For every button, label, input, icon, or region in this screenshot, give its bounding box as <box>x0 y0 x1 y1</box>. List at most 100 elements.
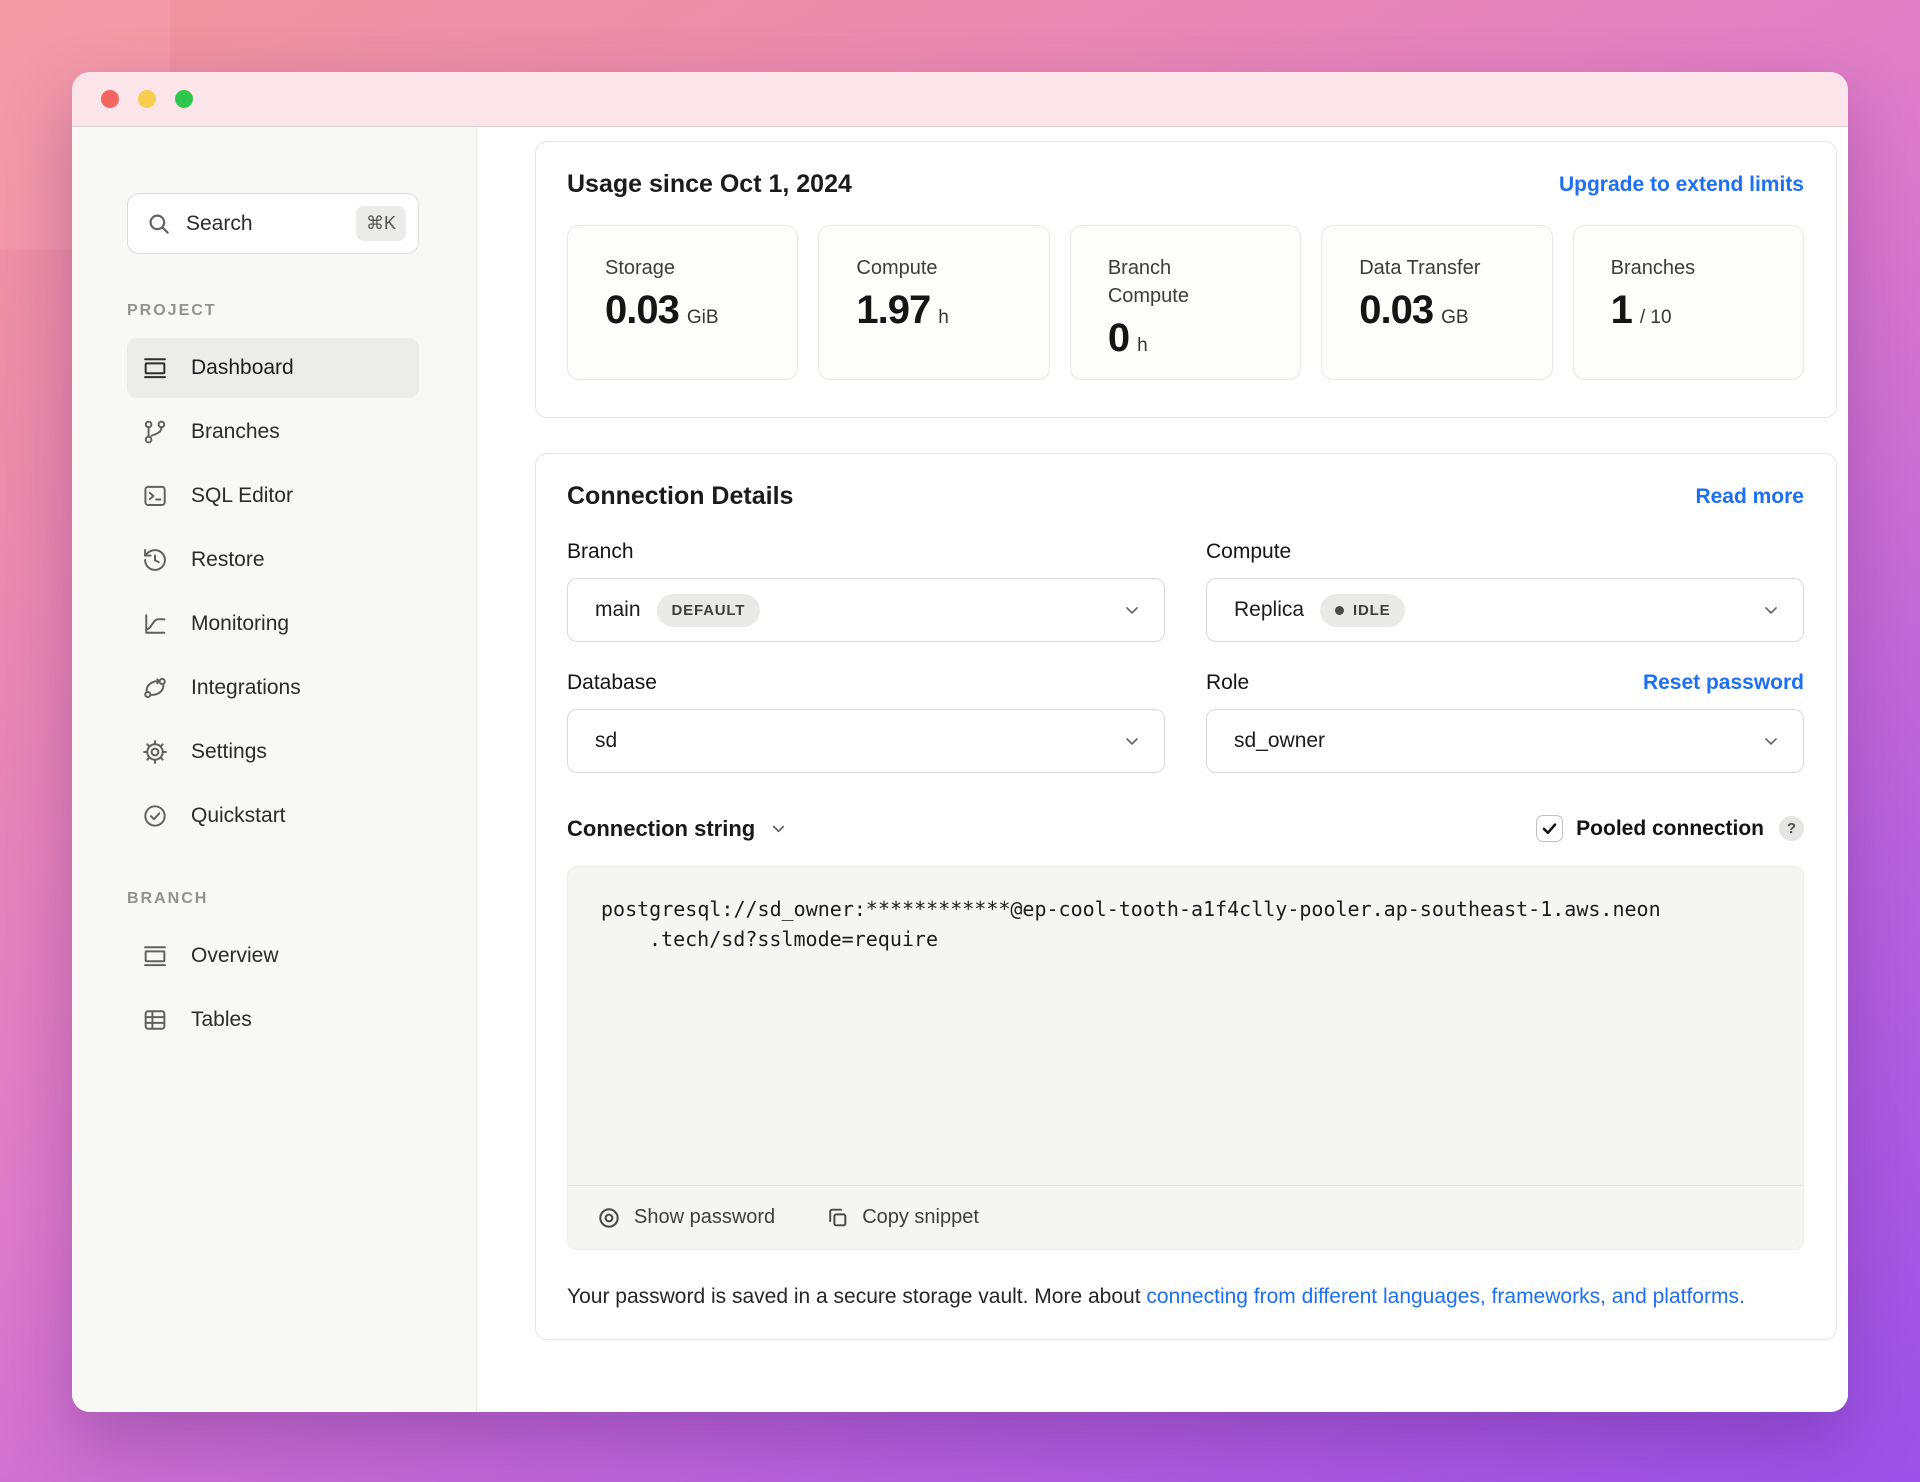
compute-select[interactable]: Replica IDLE <box>1206 578 1804 642</box>
sidebar-item-dashboard[interactable]: Dashboard <box>127 338 419 398</box>
chevron-down-icon <box>1126 607 1138 614</box>
chevron-down-icon <box>1126 738 1138 745</box>
connection-string-line1: postgresql://sd_owner:************@ep-co… <box>601 897 1661 921</box>
metric-value: 0.03 <box>1359 288 1434 332</box>
sidebar-item-label: Tables <box>191 1008 252 1031</box>
sidebar-item-tables[interactable]: Tables <box>127 990 419 1050</box>
default-badge: DEFAULT <box>656 593 761 627</box>
branch-field: Branch main DEFAULT <box>567 539 1165 642</box>
docs-link[interactable]: connecting from different languages, fra… <box>1146 1285 1744 1308</box>
usage-card: Usage since Oct 1, 2024 Upgrade to exten… <box>535 141 1837 418</box>
chevron-down-icon <box>1765 738 1777 745</box>
read-more-link[interactable]: Read more <box>1695 485 1804 509</box>
metric-unit: h <box>938 307 949 328</box>
quickstart-icon <box>144 805 166 827</box>
search-shortcut: ⌘K <box>355 206 406 241</box>
close-button[interactable] <box>101 90 119 108</box>
sidebar-item-monitoring[interactable]: Monitoring <box>127 594 419 654</box>
tables-icon <box>144 1010 166 1030</box>
connection-details-title: Connection Details <box>567 482 794 510</box>
branch-value: main <box>595 598 641 621</box>
dashboard-icon <box>144 358 166 379</box>
sidebar-item-label: Dashboard <box>191 356 294 379</box>
metric-branches: Branches 1 / 10 <box>1572 225 1805 380</box>
show-password-button[interactable]: Show password <box>596 1205 775 1231</box>
search-icon <box>149 214 169 234</box>
sidebar-section-project: PROJECT Dashboard Branches SQL Editor Re… <box>127 302 419 846</box>
branch-select[interactable]: main DEFAULT <box>567 578 1165 642</box>
integrations-icon <box>144 677 166 699</box>
metric-label: Compute <box>856 257 938 279</box>
code-toolbar: Show password Copy snippet <box>568 1185 1803 1249</box>
sidebar-item-restore[interactable]: Restore <box>127 530 419 590</box>
zoom-button[interactable] <box>175 90 193 108</box>
reset-password-link[interactable]: Reset password <box>1643 671 1804 695</box>
compute-value: Replica <box>1234 598 1305 621</box>
metric-value: 1.97 <box>856 288 931 332</box>
sidebar-section-branch: BRANCH Overview Tables <box>127 890 419 1050</box>
connection-string-dropdown[interactable]: Connection string <box>567 816 788 842</box>
metric-value: 1 <box>1610 288 1633 332</box>
chevron-down-icon <box>773 825 785 833</box>
database-select[interactable]: sd <box>567 709 1165 773</box>
role-value: sd_owner <box>1234 729 1326 752</box>
metric-value: 0.03 <box>605 288 680 332</box>
metric-label: Data Transfer <box>1359 257 1481 279</box>
role-select[interactable]: sd_owner <box>1206 709 1804 773</box>
sidebar-item-label: Monitoring <box>191 612 290 635</box>
metric-compute: Compute 1.97 h <box>818 225 1050 380</box>
connection-string-label: Connection string <box>567 815 756 841</box>
sidebar-item-settings[interactable]: Settings <box>127 722 419 782</box>
metric-branch-compute: Branch Compute 0h <box>1069 225 1302 380</box>
idle-badge: IDLE <box>1320 593 1406 627</box>
search-label: Search <box>186 211 253 235</box>
pooled-connection-label: Pooled connection <box>1576 816 1764 840</box>
connection-string-block: postgresql://sd_owner:************@ep-co… <box>567 866 1804 1250</box>
metric-unit: h <box>1137 335 1148 356</box>
metric-unit: GiB <box>686 307 719 328</box>
branches-icon <box>144 420 166 444</box>
sidebar-item-overview[interactable]: Overview <box>127 926 419 986</box>
metric-label: Storage <box>605 257 676 279</box>
password-footnote: Your password is saved in a secure stora… <box>567 1280 1804 1313</box>
monitoring-icon <box>145 614 166 634</box>
connection-string-value[interactable]: postgresql://sd_owner:************@ep-co… <box>568 867 1803 1185</box>
usage-title: Usage since Oct 1, 2024 <box>567 170 852 198</box>
search-input[interactable]: Search ⌘K <box>127 193 419 254</box>
database-field: Database sd <box>567 670 1165 773</box>
copy-icon <box>829 1208 847 1227</box>
metric-storage: Storage 0.03 GiB <box>567 225 799 380</box>
sidebar-item-label: Branches <box>191 420 280 443</box>
pooled-connection-toggle[interactable]: Pooled connection ? <box>1536 815 1804 842</box>
upgrade-link[interactable]: Upgrade to extend limits <box>1559 173 1804 197</box>
database-value: sd <box>595 729 618 752</box>
sidebar-item-branches[interactable]: Branches <box>127 402 419 462</box>
sidebar-item-label: Quickstart <box>191 804 286 827</box>
pooled-connection-checkbox[interactable] <box>1536 815 1564 842</box>
metric-value: 0 <box>1107 316 1130 360</box>
metric-label: Branch Compute <box>1107 257 1189 307</box>
window-titlebar <box>72 72 1848 127</box>
help-icon[interactable]: ? <box>1779 816 1804 841</box>
sidebar-item-label: Restore <box>191 548 265 571</box>
restore-icon <box>144 548 166 571</box>
minimize-button[interactable] <box>138 90 156 108</box>
section-label: PROJECT <box>127 302 217 319</box>
metric-unit: / 10 <box>1639 307 1672 328</box>
sidebar-item-sql-editor[interactable]: SQL Editor <box>127 466 419 526</box>
sidebar-item-label: Overview <box>191 944 279 967</box>
app-window: Search ⌘K PROJECT Dashboard Branches SQL… <box>72 72 1848 1412</box>
sidebar-item-quickstart[interactable]: Quickstart <box>127 786 419 846</box>
role-label: Role <box>1206 671 1250 694</box>
main-content: Usage since Oct 1, 2024 Upgrade to exten… <box>477 127 1848 1412</box>
eye-icon <box>599 1207 619 1228</box>
metric-data-transfer: Data Transfer 0.03 GB <box>1321 225 1553 380</box>
metric-unit: GB <box>1441 307 1469 328</box>
copy-snippet-button[interactable]: Copy snippet <box>825 1205 979 1230</box>
metric-label: Branches <box>1610 257 1696 279</box>
compute-label: Compute <box>1206 540 1292 563</box>
sidebar: Search ⌘K PROJECT Dashboard Branches SQL… <box>72 127 477 1412</box>
chevron-down-icon <box>1765 607 1777 614</box>
sidebar-item-label: SQL Editor <box>191 484 293 507</box>
sidebar-item-integrations[interactable]: Integrations <box>127 658 419 718</box>
